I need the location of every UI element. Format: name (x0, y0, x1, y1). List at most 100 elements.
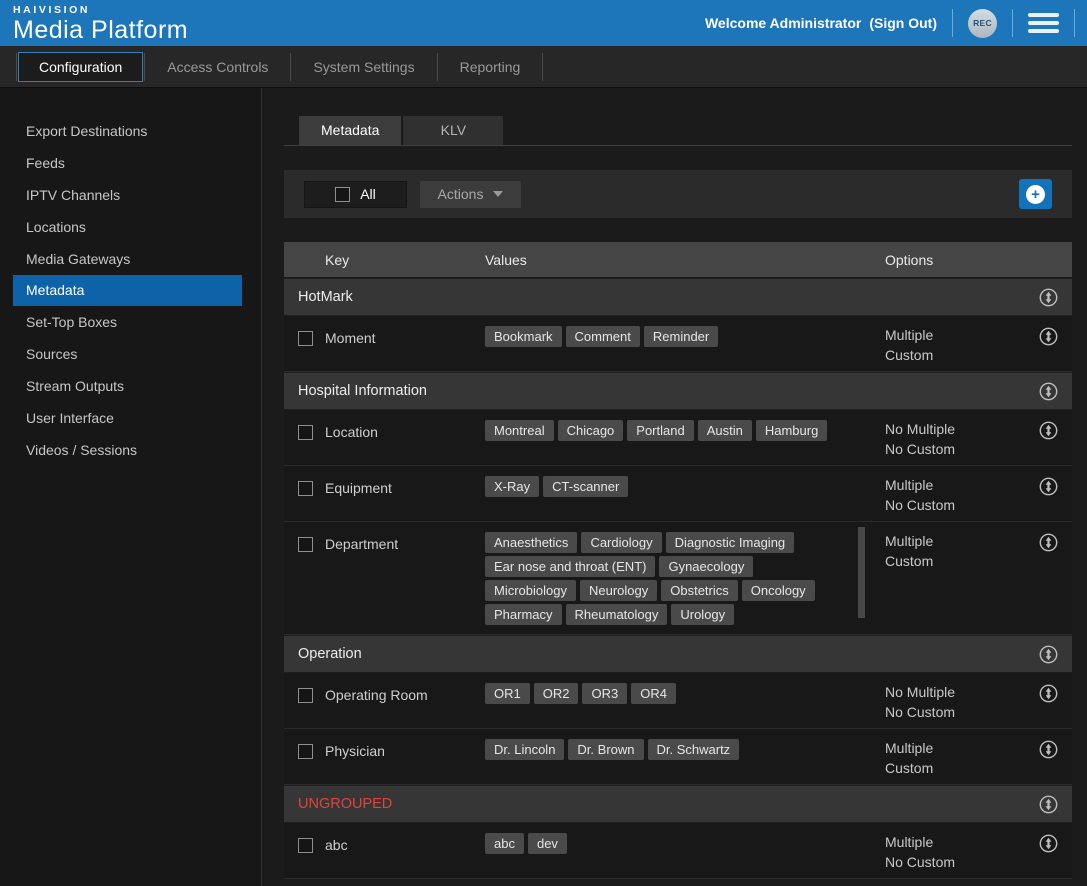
column-header-options: Options (885, 252, 1024, 268)
key-label: Moment (325, 330, 376, 346)
tab-metadata[interactable]: Metadata (299, 116, 401, 145)
move-reorder-icon[interactable] (1039, 288, 1058, 307)
move-reorder-icon[interactable] (1039, 834, 1058, 853)
move-reorder-icon[interactable] (1039, 795, 1058, 814)
move-reorder-icon[interactable] (1039, 477, 1058, 496)
sidebar-item-videos-sessions[interactable]: Videos / Sessions (0, 434, 261, 466)
metadata-row-location[interactable]: LocationMontrealChicagoPortlandAustinHam… (284, 410, 1072, 466)
values-cell: OR1OR2OR3OR4 (485, 673, 885, 713)
value-tag: OR4 (631, 683, 676, 704)
value-tag: Neurology (580, 580, 657, 601)
metadata-row-physician[interactable]: PhysicianDr. LincolnDr. BrownDr. Schwart… (284, 729, 1072, 785)
actions-dropdown[interactable]: Actions (420, 181, 521, 208)
sidebar-item-metadata[interactable]: Metadata (13, 275, 242, 306)
move-reorder-icon[interactable] (1039, 382, 1058, 401)
nav-tab-access-controls[interactable]: Access Controls (146, 52, 289, 82)
row-checkbox[interactable] (298, 331, 313, 346)
options-cell: MultipleNo Custom (885, 823, 1024, 872)
value-tag: Austin (698, 420, 752, 441)
metadata-row-abc[interactable]: abcabcdevMultipleNo Custom (284, 823, 1072, 879)
move-reorder-icon[interactable] (1039, 421, 1058, 440)
row-checkbox[interactable] (298, 688, 313, 703)
sidebar-item-user-interface[interactable]: User Interface (0, 402, 261, 434)
nav-divider (144, 53, 145, 81)
value-line: Ear nose and throat (ENT)Gynaecology (485, 556, 885, 580)
header-divider (1012, 9, 1013, 37)
value-tag: Urology (671, 604, 734, 625)
nav-tab-configuration[interactable]: Configuration (18, 52, 143, 82)
row-checkbox[interactable] (298, 425, 313, 440)
sidebar-item-export-destinations[interactable]: Export Destinations (0, 115, 261, 147)
sidebar-item-feeds[interactable]: Feeds (0, 147, 261, 179)
value-tag: Montreal (485, 420, 554, 441)
primary-nav: ConfigurationAccess ControlsSystem Setti… (0, 46, 1087, 88)
menu-icon[interactable] (1028, 11, 1059, 35)
column-header-values: Values (485, 252, 885, 268)
key-label: Equipment (325, 480, 392, 496)
value-tag: Microbiology (485, 580, 576, 601)
group-name: UNGROUPED (284, 796, 1024, 812)
sign-out-link[interactable]: (Sign Out) (869, 15, 937, 31)
nav-tab-reporting[interactable]: Reporting (439, 52, 542, 82)
group-move-cell (1024, 382, 1072, 401)
config-sidebar: Export DestinationsFeedsIPTV ChannelsLoc… (0, 88, 262, 886)
select-all-checkbox[interactable] (335, 187, 350, 202)
row-checkbox[interactable] (298, 744, 313, 759)
row-checkbox[interactable] (298, 537, 313, 552)
metadata-row-department[interactable]: DepartmentAnaestheticsCardiologyDiagnost… (284, 522, 1072, 635)
value-tag: Gynaecology (659, 556, 753, 577)
row-checkbox[interactable] (298, 838, 313, 853)
options-cell: MultipleCustom (885, 316, 1024, 365)
options-cell: No MultipleNo Custom (885, 410, 1024, 459)
app-root: HAIVISION Media Platform Welcome Adminis… (0, 0, 1087, 886)
table-body: HotMarkMomentBookmarkCommentReminderMult… (284, 278, 1072, 879)
select-all-button[interactable]: All (304, 181, 407, 208)
nav-divider (290, 53, 291, 81)
option-line: No Custom (885, 852, 1024, 872)
row-move-cell (1024, 410, 1072, 440)
tab-klv[interactable]: KLV (403, 116, 503, 145)
sidebar-item-locations[interactable]: Locations (0, 211, 261, 243)
sidebar-item-sources[interactable]: Sources (0, 338, 261, 370)
group-name: HotMark (284, 289, 1024, 305)
move-reorder-icon[interactable] (1039, 533, 1058, 552)
metadata-row-operating-room[interactable]: Operating RoomOR1OR2OR3OR4No MultipleNo … (284, 673, 1072, 729)
options-cell: MultipleNo Custom (885, 466, 1024, 515)
move-reorder-icon[interactable] (1039, 684, 1058, 703)
values-scrollbar[interactable] (858, 527, 865, 618)
move-reorder-icon[interactable] (1039, 645, 1058, 664)
options-cell: MultipleCustom (885, 522, 1024, 571)
sidebar-item-stream-outputs[interactable]: Stream Outputs (0, 370, 261, 402)
sidebar-item-iptv-channels[interactable]: IPTV Channels (0, 179, 261, 211)
group-move-cell (1024, 645, 1072, 664)
option-line: No Custom (885, 495, 1024, 515)
metadata-row-moment[interactable]: MomentBookmarkCommentReminderMultipleCus… (284, 316, 1072, 372)
header-divider (1074, 9, 1075, 37)
rec-button[interactable]: REC (968, 9, 997, 38)
value-tag: X-Ray (485, 476, 539, 497)
move-reorder-icon[interactable] (1039, 740, 1058, 759)
brand-media-platform: Media Platform (13, 16, 188, 45)
nav-tab-system-settings[interactable]: System Settings (292, 52, 435, 82)
value-tag: Obstetrics (661, 580, 738, 601)
value-tag: Dr. Lincoln (485, 739, 564, 760)
key-label: Location (325, 424, 378, 440)
value-tag: abc (485, 833, 524, 854)
value-tag: Ear nose and throat (ENT) (485, 556, 655, 577)
actions-label: Actions (438, 186, 484, 202)
option-line: No Multiple (885, 682, 1024, 702)
row-checkbox[interactable] (298, 481, 313, 496)
key-cell: Moment (284, 316, 485, 346)
value-tag: Reminder (644, 326, 718, 347)
value-tag: Anaesthetics (485, 532, 577, 553)
sidebar-item-set-top-boxes[interactable]: Set-Top Boxes (0, 306, 261, 338)
metadata-row-equipment[interactable]: EquipmentX-RayCT-scannerMultipleNo Custo… (284, 466, 1072, 522)
nav-divider (437, 53, 438, 81)
move-reorder-icon[interactable] (1039, 327, 1058, 346)
add-metadata-button[interactable]: + (1019, 179, 1052, 209)
content-panel: MetadataKLV All Actions + KeyValuesOptio… (262, 88, 1087, 886)
value-tag: Bookmark (485, 326, 562, 347)
sidebar-item-media-gateways[interactable]: Media Gateways (0, 243, 261, 275)
key-cell: Physician (284, 729, 485, 759)
key-label: Department (325, 536, 398, 552)
